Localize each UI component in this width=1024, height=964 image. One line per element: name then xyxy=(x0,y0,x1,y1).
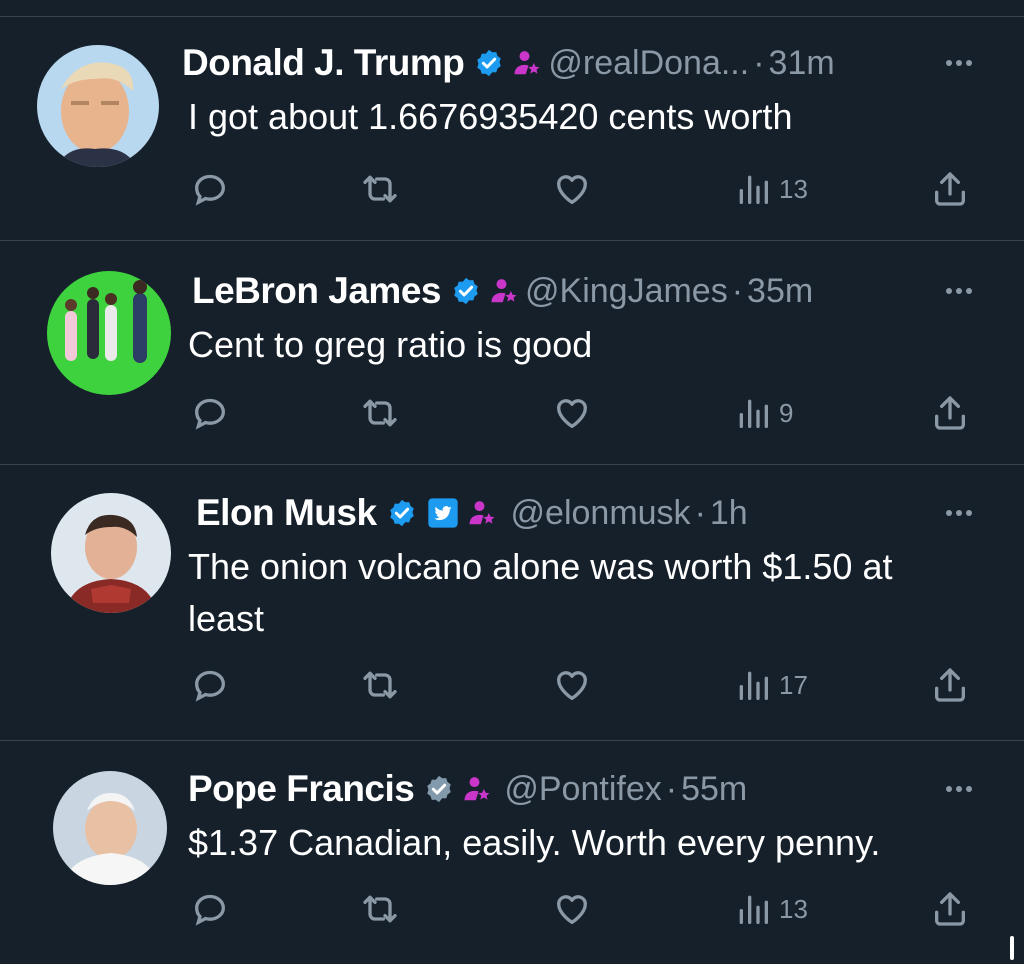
retweet-button[interactable] xyxy=(360,887,400,931)
tweet-actions: 13 xyxy=(0,887,1024,931)
like-button[interactable] xyxy=(552,887,592,931)
retweet-button[interactable] xyxy=(360,663,400,707)
heart-icon xyxy=(552,393,592,433)
affiliate-person-icon xyxy=(512,48,542,78)
timestamp[interactable]: 55m xyxy=(681,770,747,809)
heart-icon xyxy=(552,889,592,929)
handle[interactable]: @elonmusk xyxy=(511,494,691,533)
views-button[interactable]: 13 xyxy=(733,167,808,211)
views-count: 17 xyxy=(779,669,808,700)
tweet-text: $1.37 Canadian, easily. Worth every penn… xyxy=(188,822,881,863)
share-icon xyxy=(930,665,970,705)
tweet-header: Pope Francis @Pontifex · 55m xyxy=(188,763,964,815)
handle[interactable]: @KingJames xyxy=(525,272,728,311)
tweet[interactable]: Pope Francis @Pontifex · 55m $1.37 Canad… xyxy=(0,740,1024,964)
share-icon xyxy=(930,169,970,209)
reply-button[interactable] xyxy=(190,887,230,931)
share-button[interactable] xyxy=(930,663,970,707)
retweet-icon xyxy=(360,889,400,929)
avatar[interactable] xyxy=(53,771,167,885)
reply-button[interactable] xyxy=(190,167,230,211)
tweet[interactable]: LeBron James @KingJames · 35m Cent to gr… xyxy=(0,240,1024,465)
heart-icon xyxy=(552,665,592,705)
more-dots-icon[interactable] xyxy=(944,503,974,523)
separator-dot: · xyxy=(731,271,744,310)
retweet-button[interactable] xyxy=(360,167,400,211)
views-button[interactable]: 9 xyxy=(733,391,793,435)
timestamp[interactable]: 31m xyxy=(769,44,835,83)
reply-button[interactable] xyxy=(190,391,230,435)
verified-badge-icon xyxy=(387,498,417,528)
like-button[interactable] xyxy=(552,167,592,211)
views-button[interactable]: 17 xyxy=(733,663,808,707)
share-icon xyxy=(930,889,970,929)
reply-button[interactable] xyxy=(190,663,230,707)
handle[interactable]: @Pontifex xyxy=(504,770,661,809)
views-count: 13 xyxy=(779,173,808,204)
separator-dot: · xyxy=(694,493,706,532)
handle[interactable]: @realDona... xyxy=(548,44,749,83)
affiliate-person-icon xyxy=(489,276,519,306)
views-chart-icon xyxy=(733,665,773,705)
like-button[interactable] xyxy=(552,663,592,707)
tweet[interactable]: Donald J. Trump @realDona... · 31m I got… xyxy=(0,16,1024,241)
views-chart-icon xyxy=(733,889,773,929)
reply-icon xyxy=(190,665,230,705)
views-count: 9 xyxy=(779,397,794,428)
avatar[interactable] xyxy=(51,493,171,613)
verified-badge-icon xyxy=(424,774,454,804)
verified-badge-icon xyxy=(451,276,481,306)
twitter-bird-icon xyxy=(427,497,459,529)
tweet-text: The onion volcano alone was worth $1.50 … xyxy=(188,546,893,639)
share-button[interactable] xyxy=(930,167,970,211)
tweet-actions: 13 xyxy=(0,167,1024,211)
tweet-feed: Donald J. Trump @realDona... · 31m I got… xyxy=(0,0,1024,963)
scrollbar-thumb[interactable] xyxy=(1010,936,1014,960)
display-name[interactable]: Donald J. Trump xyxy=(182,42,465,84)
views-chart-icon xyxy=(733,393,773,433)
verified-badge-icon xyxy=(474,48,504,78)
tweet-header: Donald J. Trump @realDona... · 31m xyxy=(182,37,964,89)
tweet-text: Cent to greg ratio is good xyxy=(188,324,593,365)
retweet-icon xyxy=(360,169,400,209)
share-icon xyxy=(930,393,970,433)
tweet-text: I got about 1.6676935420 cents worth xyxy=(188,96,793,137)
share-button[interactable] xyxy=(930,887,970,931)
reply-icon xyxy=(190,393,230,433)
more-dots-icon[interactable] xyxy=(944,779,974,799)
reply-icon xyxy=(190,889,230,929)
tweet-actions: 17 xyxy=(0,663,1024,707)
display-name[interactable]: LeBron James xyxy=(192,270,442,312)
avatar[interactable] xyxy=(37,45,159,167)
display-name[interactable]: Pope Francis xyxy=(188,768,415,810)
share-button[interactable] xyxy=(930,391,970,435)
tweet-actions: 9 xyxy=(0,391,1024,435)
views-chart-icon xyxy=(733,169,773,209)
separator-dot: · xyxy=(665,769,678,808)
views-button[interactable]: 13 xyxy=(733,887,808,931)
separator-dot: · xyxy=(753,43,765,82)
avatar[interactable] xyxy=(47,271,171,395)
heart-icon xyxy=(552,169,592,209)
affiliate-person-icon xyxy=(467,498,497,528)
retweet-button[interactable] xyxy=(360,391,400,435)
tweet[interactable]: Elon Musk @elonmusk · 1h The onion volca… xyxy=(0,464,1024,741)
affiliate-person-icon xyxy=(462,774,492,804)
views-count: 13 xyxy=(779,893,808,924)
tweet-header: LeBron James @KingJames · 35m xyxy=(192,265,964,317)
retweet-icon xyxy=(360,393,400,433)
timestamp[interactable]: 1h xyxy=(710,494,748,533)
display-name[interactable]: Elon Musk xyxy=(196,492,377,534)
reply-icon xyxy=(190,169,230,209)
tweet-header: Elon Musk @elonmusk · 1h xyxy=(196,487,964,539)
timestamp[interactable]: 35m xyxy=(747,272,813,311)
more-dots-icon[interactable] xyxy=(944,53,974,73)
retweet-icon xyxy=(360,665,400,705)
more-dots-icon[interactable] xyxy=(944,281,974,301)
like-button[interactable] xyxy=(552,391,592,435)
